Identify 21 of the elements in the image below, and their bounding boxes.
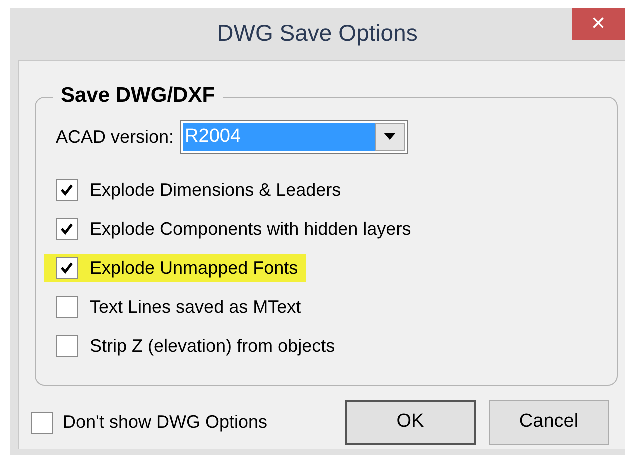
checkbox[interactable]	[56, 296, 78, 318]
close-button[interactable]: ×	[572, 8, 625, 40]
checkmark-icon	[60, 261, 74, 275]
dont-show-label: Don't show DWG Options	[63, 411, 268, 434]
version-value: R2004	[183, 123, 376, 151]
window-title: DWG Save Options	[217, 19, 418, 48]
option-label: Strip Z (elevation) from objects	[90, 334, 336, 358]
option-label: Text Lines saved as MText	[90, 296, 302, 318]
checkmark-icon	[60, 183, 74, 197]
checkbox[interactable]	[56, 179, 78, 201]
option-label: Explode Unmapped Fonts	[90, 256, 298, 280]
ok-button[interactable]: OK	[345, 400, 476, 445]
checkbox[interactable]	[56, 218, 78, 240]
option-label: Explode Dimensions & Leaders	[90, 178, 342, 202]
checkbox[interactable]	[56, 257, 78, 279]
checkbox[interactable]	[56, 335, 78, 357]
option-label: Explode Components with hidden layers	[90, 218, 412, 241]
checkmark-icon	[60, 222, 74, 236]
checkbox[interactable]	[31, 412, 53, 434]
cancel-button[interactable]: Cancel	[489, 400, 609, 445]
acad-version-label: ACAD version:	[56, 126, 174, 148]
